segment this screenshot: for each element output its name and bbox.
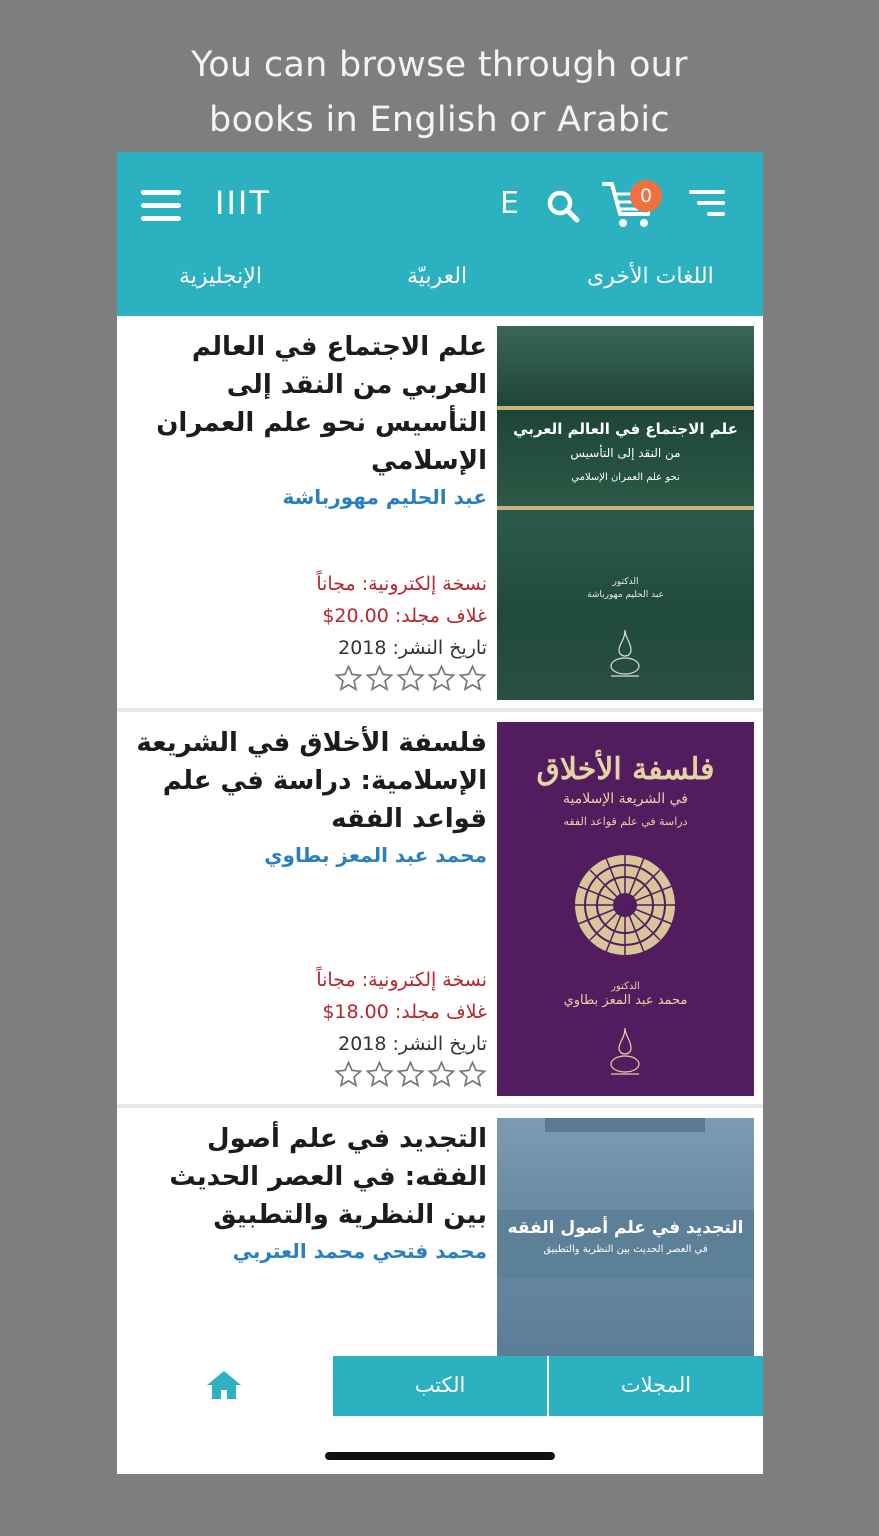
publisher-logo-icon: [610, 629, 640, 677]
language-toggle-button[interactable]: E: [500, 186, 519, 221]
tab-english[interactable]: الإنجليزية: [179, 264, 262, 289]
publisher-logo-icon: [610, 1027, 640, 1075]
geometric-ornament-icon: [575, 855, 675, 955]
hardcover-price-row: غلاف مجلد: $20.00: [131, 600, 487, 632]
cover-text: التجديد في علم أصول الفقه في العصر الحدي…: [497, 1210, 754, 1278]
star-icon[interactable]: [458, 1060, 487, 1089]
cover-tagline: دراسة في علم قواعد الفقه: [563, 815, 688, 828]
book-meta: نسخة إلكترونية: مجاناً غلاف مجلد: $18.00…: [131, 964, 487, 1090]
ebook-price: نسخة إلكترونية: مجاناً: [316, 573, 487, 595]
home-icon[interactable]: [206, 1370, 242, 1400]
rating-stars[interactable]: [131, 1060, 487, 1090]
rating-stars[interactable]: [131, 664, 487, 694]
publish-date-value: 2018: [338, 1033, 387, 1055]
tab-arabic[interactable]: العربيّة: [407, 264, 467, 289]
caption-line-1: You can browse through our: [191, 45, 688, 85]
cover-subtitle: من النقد إلى التأسيس: [570, 446, 681, 460]
star-icon[interactable]: [396, 1060, 425, 1089]
hardcover-label: غلاف مجلد:: [394, 605, 487, 627]
cover-text: علم الاجتماع في العالم العربي من النقد إ…: [497, 410, 754, 506]
star-icon[interactable]: [396, 664, 425, 693]
cart-count-badge: 0: [630, 180, 662, 212]
search-icon[interactable]: [545, 188, 581, 224]
book-list-item[interactable]: فلسفة الأخلاق في الشريعة الإسلامية: دراس…: [117, 712, 763, 1108]
book-title[interactable]: فلسفة الأخلاق في الشريعة الإسلامية: دراس…: [131, 724, 487, 838]
cover-text: فلسفة الأخلاق في الشريعة الإسلامية دراسة…: [497, 752, 754, 828]
book-cover[interactable]: التجديد في علم أصول الفقه في العصر الحدي…: [497, 1118, 754, 1368]
book-author[interactable]: محمد عبد المعز بطاوي: [131, 840, 487, 870]
book-info: علم الاجتماع في العالم العربي من النقد إ…: [131, 326, 487, 700]
book-cover[interactable]: فلسفة الأخلاق في الشريعة الإسلامية دراسة…: [497, 722, 754, 1096]
app-title: IIIT: [215, 184, 271, 222]
ebook-price: نسخة إلكترونية: مجاناً: [316, 969, 487, 991]
nav-journals[interactable]: المجلات: [547, 1356, 763, 1416]
publish-date-label: تاريخ النشر:: [392, 1033, 487, 1055]
sort-icon[interactable]: [689, 190, 725, 220]
star-icon[interactable]: [365, 664, 394, 693]
cover-title: التجديد في علم أصول الفقه: [507, 1218, 744, 1238]
cover-author-name: محمد عبد المعز بطاوي: [563, 993, 688, 1008]
cover-author: الدكتور محمد عبد المعز بطاوي: [497, 980, 754, 1008]
hardcover-label: غلاف مجلد:: [394, 1001, 487, 1023]
star-icon[interactable]: [458, 664, 487, 693]
bottom-safe-area: [117, 1416, 763, 1474]
home-indicator[interactable]: [325, 1452, 555, 1460]
book-title[interactable]: علم الاجتماع في العالم العربي من النقد إ…: [131, 328, 487, 480]
top-bar: IIIT E 0 اللغات الأخرى العربيّة الإنجليز…: [117, 152, 763, 316]
cover-tagline: نحو علم العمران الإسلامي: [571, 472, 680, 483]
nav-books[interactable]: الكتب: [331, 1356, 547, 1416]
cover-title: فلسفة الأخلاق: [536, 752, 715, 787]
star-icon[interactable]: [427, 1060, 456, 1089]
book-list-item[interactable]: التجديد في علم أصول الفقه: في العصر الحد…: [117, 1108, 763, 1368]
tab-other-languages[interactable]: اللغات الأخرى: [587, 264, 714, 289]
cover-author-label: الدكتور: [611, 981, 640, 992]
publish-date-row: تاريخ النشر: 2018: [131, 1028, 487, 1060]
book-meta: نسخة إلكترونية: مجاناً غلاف مجلد: $20.00…: [131, 568, 487, 694]
book-title[interactable]: التجديد في علم أصول الفقه: في العصر الحد…: [131, 1120, 487, 1234]
book-author[interactable]: عبد الحليم مهورباشة: [131, 482, 487, 512]
publish-date-value: 2018: [338, 637, 387, 659]
star-icon[interactable]: [334, 664, 363, 693]
bottom-navigation: الكتب المجلات: [117, 1356, 763, 1416]
book-cover[interactable]: علم الاجتماع في العالم العربي من النقد إ…: [497, 326, 754, 700]
star-icon[interactable]: [427, 664, 456, 693]
phone-screen: IIIT E 0 اللغات الأخرى العربيّة الإنجليز…: [117, 152, 763, 1474]
book-list-item[interactable]: علم الاجتماع في العالم العربي من النقد إ…: [117, 316, 763, 712]
cover-subtitle: في الشريعة الإسلامية: [563, 791, 688, 807]
promo-caption: You can browse through our books in Engl…: [0, 38, 879, 148]
hardcover-price: $20.00: [322, 605, 389, 627]
cover-title: علم الاجتماع في العالم العربي: [513, 420, 738, 438]
language-tabs: اللغات الأخرى العربيّة الإنجليزية: [117, 264, 763, 308]
hardcover-price: $18.00: [322, 1001, 389, 1023]
book-author[interactable]: محمد فتحي محمد العتربي: [131, 1236, 487, 1266]
hardcover-price-row: غلاف مجلد: $18.00: [131, 996, 487, 1028]
cover-subtitle: في العصر الحديث بين النظرية والتطبيق: [543, 1244, 708, 1255]
nav-home[interactable]: [117, 1356, 331, 1416]
star-icon[interactable]: [334, 1060, 363, 1089]
publish-date-label: تاريخ النشر:: [392, 637, 487, 659]
book-info: فلسفة الأخلاق في الشريعة الإسلامية: دراس…: [131, 722, 487, 1096]
caption-line-2: books in English or Arabic: [209, 100, 670, 140]
cover-author-name: عبد الحليم مهورباشة: [587, 590, 664, 600]
menu-icon[interactable]: [141, 190, 181, 222]
cover-author-label: الدكتور: [612, 577, 639, 587]
book-info: التجديد في علم أصول الفقه: في العصر الحد…: [131, 1118, 487, 1358]
publish-date-row: تاريخ النشر: 2018: [131, 632, 487, 664]
star-icon[interactable]: [365, 1060, 394, 1089]
cover-author: الدكتور عبد الحليم مهورباشة: [497, 576, 754, 602]
